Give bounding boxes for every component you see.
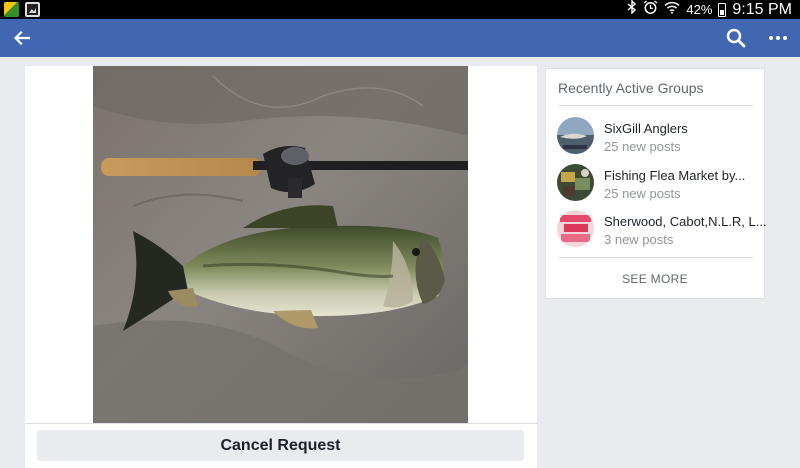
divider	[558, 105, 754, 106]
group-post-count: 25 new posts	[604, 139, 681, 154]
battery-icon	[718, 2, 727, 17]
gallery-icon	[25, 2, 40, 17]
group-item-sherwood-cabot[interactable]: Sherwood, Cabot,N.L.R, L... 3 new posts	[557, 210, 767, 252]
group-item-fishing-flea-market[interactable]: Fishing Flea Market by... 25 new posts	[557, 164, 757, 206]
status-bar: 42% 9:15 PM	[0, 0, 800, 19]
clock: 9:15 PM	[732, 0, 792, 18]
group-post-count: 25 new posts	[604, 186, 681, 201]
app-bar	[0, 19, 800, 57]
more-icon[interactable]	[766, 26, 790, 50]
fish-on-rock-photo[interactable]	[93, 66, 468, 423]
cancel-request-button[interactable]: Cancel Request	[37, 430, 524, 461]
battery-percent: 42%	[686, 2, 713, 17]
group-name: Sherwood, Cabot,N.L.R, L...	[604, 214, 767, 229]
group-name: SixGill Anglers	[604, 121, 688, 136]
see-more-link[interactable]: SEE MORE	[546, 272, 764, 286]
back-arrow-icon[interactable]	[10, 26, 34, 50]
group-avatar	[557, 210, 594, 247]
post-card: Cancel Request	[25, 66, 537, 468]
post-divider	[25, 423, 537, 424]
alarm-icon	[643, 0, 658, 20]
group-item-sixgill-anglers[interactable]: SixGill Anglers 25 new posts	[557, 117, 757, 159]
divider	[558, 257, 754, 258]
sidebar-title: Recently Active Groups	[558, 80, 704, 96]
group-avatar	[557, 164, 594, 201]
wifi-icon	[664, 0, 680, 19]
bluetooth-icon	[627, 0, 637, 19]
recently-active-groups-card: Recently Active Groups SixGill Anglers 2…	[545, 68, 767, 299]
app-icon	[4, 2, 19, 17]
search-icon[interactable]	[724, 26, 748, 50]
group-name: Fishing Flea Market by...	[604, 168, 746, 183]
group-post-count: 3 new posts	[604, 232, 674, 247]
group-avatar	[557, 117, 594, 154]
